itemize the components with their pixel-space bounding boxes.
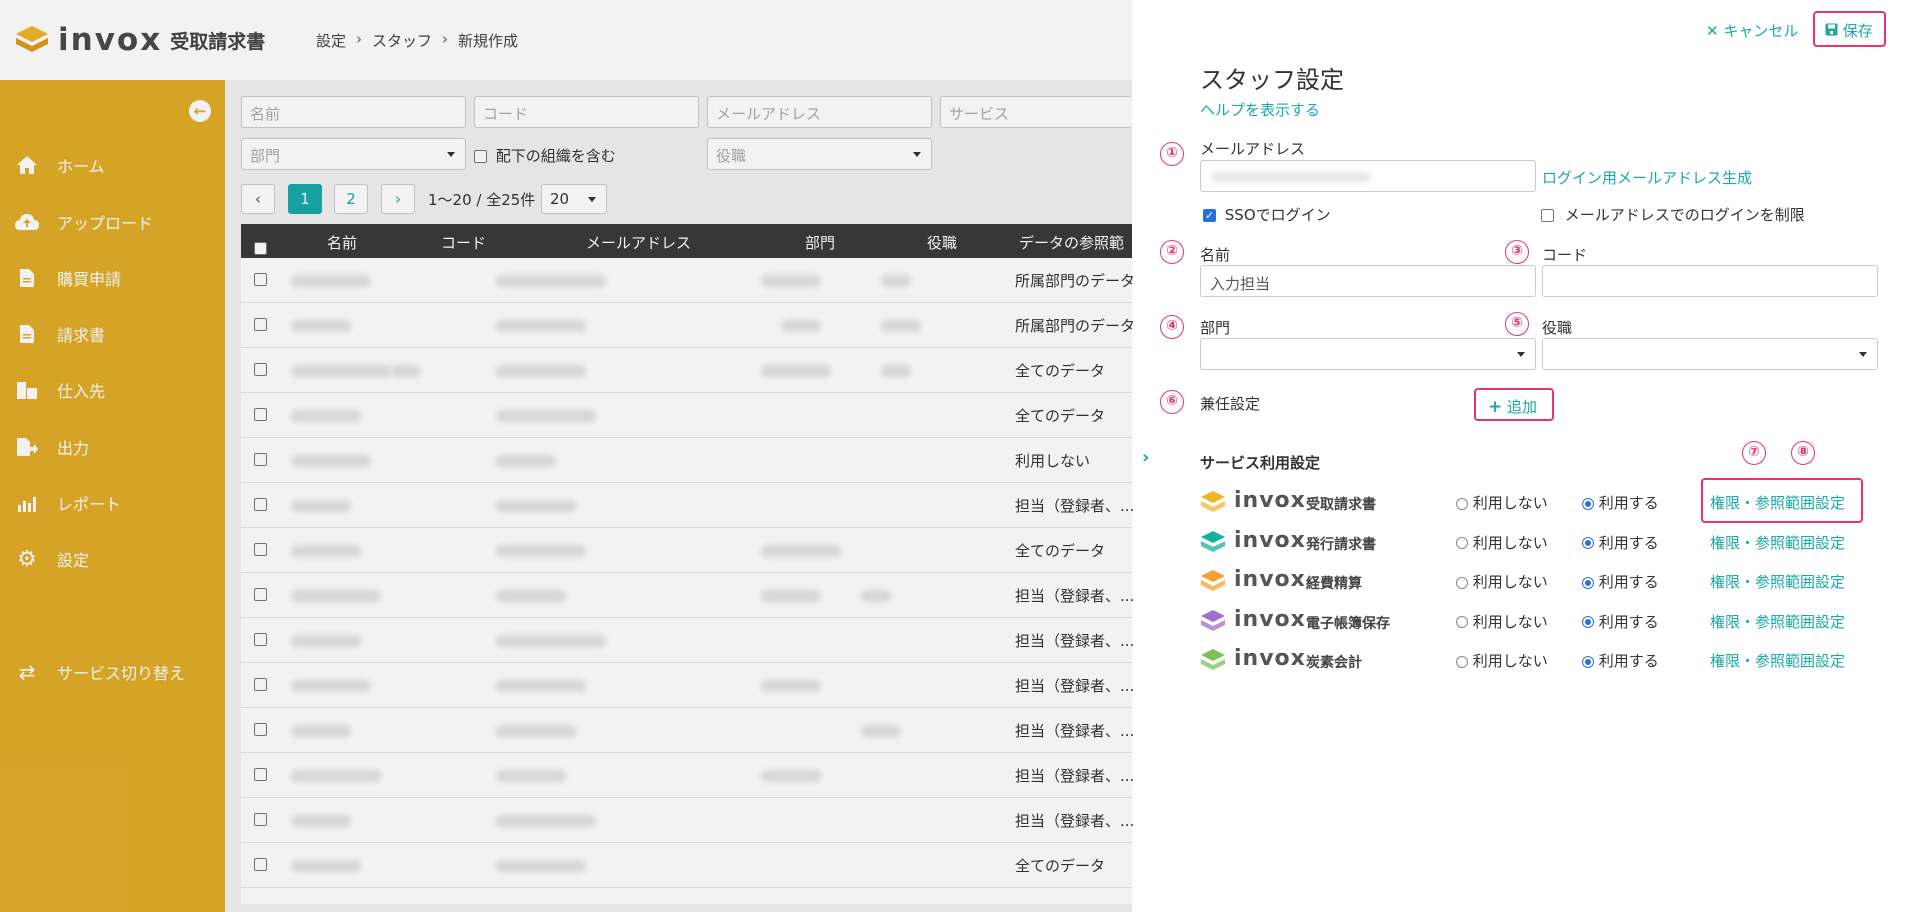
radio-icon — [1456, 655, 1468, 668]
service-off-label: 利用しない — [1472, 494, 1548, 512]
service-on-label: 利用する — [1598, 652, 1659, 670]
concurrent-label: 兼任設定 — [1200, 395, 1261, 413]
permission-scope-link[interactable]: 権限・参照範囲設定 — [1710, 492, 1845, 513]
service-on-label: 利用する — [1598, 494, 1659, 512]
restrict-login-checkbox[interactable]: メールアドレスでのログインを制限 — [1541, 204, 1805, 225]
service-on-label: 利用する — [1598, 533, 1659, 552]
service-off-label: 利用しない — [1472, 612, 1548, 631]
cancel-label: キャンセル — [1723, 22, 1799, 40]
radio-icon — [1456, 576, 1468, 589]
service-on-radio[interactable]: 利用する — [1582, 532, 1659, 553]
radio-icon — [1582, 576, 1594, 589]
permission-scope-link[interactable]: 権限・参照範囲設定 — [1710, 571, 1845, 592]
service-logo-icon — [1201, 649, 1225, 670]
service-row: invox 電子帳簿保存 利用しない 利用する 権限・参照範囲設定 — [1200, 605, 1880, 635]
close-icon: ✕ — [1706, 22, 1719, 40]
email-input[interactable] — [1200, 160, 1536, 192]
help-link[interactable]: ヘルプを表示する — [1200, 99, 1320, 120]
service-on-label: 利用する — [1598, 612, 1659, 631]
panel-title: スタッフ設定 — [1200, 66, 1344, 94]
generate-login-email-link[interactable]: ログイン用メールアドレス生成 — [1542, 167, 1752, 188]
radio-icon — [1582, 497, 1594, 510]
service-row: invox 経費精算 利用しない 利用する 権限・参照範囲設定 — [1200, 565, 1880, 595]
permission-scope-link[interactable]: 権限・参照範囲設定 — [1710, 650, 1845, 671]
save-icon — [1825, 22, 1838, 40]
service-row: invox 受取請求書 利用しない 利用する 権限・参照範囲設定 — [1200, 486, 1880, 516]
sso-checkbox[interactable]: ✓ SSOでログイン — [1203, 204, 1331, 225]
service-off-label: 利用しない — [1472, 652, 1548, 670]
radio-icon — [1582, 537, 1594, 549]
save-label: 保存 — [1842, 22, 1873, 40]
service-name: 発行請求書 — [1306, 536, 1376, 553]
code-input[interactable] — [1542, 265, 1878, 297]
restrict-login-label: メールアドレスでのログインを制限 — [1564, 206, 1805, 224]
service-row: invox 発行請求書 利用しない 利用する 権限・参照範囲設定 — [1200, 526, 1880, 556]
marker-6: ⑥ — [1160, 390, 1184, 414]
service-brand: invox — [1234, 488, 1306, 513]
marker-1: ① — [1160, 142, 1184, 166]
service-off-radio[interactable]: 利用しない — [1456, 532, 1548, 553]
name-label: 名前 — [1200, 246, 1231, 264]
service-logo-icon — [1201, 491, 1225, 512]
service-logo-icon — [1201, 609, 1225, 631]
radio-icon — [1456, 537, 1468, 549]
add-label: 追加 — [1507, 398, 1538, 416]
service-on-radio[interactable]: 利用する — [1582, 571, 1659, 592]
marker-2: ② — [1160, 240, 1184, 264]
dept-label: 部門 — [1200, 319, 1231, 337]
service-off-label: 利用しない — [1472, 533, 1548, 552]
marker-8: ⑧ — [1791, 441, 1815, 465]
service-section-title: サービス利用設定 — [1200, 454, 1321, 472]
service-name: 経費精算 — [1306, 576, 1362, 592]
service-on-radio[interactable]: 利用する — [1582, 650, 1659, 671]
background-app: invox 受取請求書 設定 › スタッフ › 新規作成 ← ホーム アップロー… — [0, 0, 1135, 912]
marker-7: ⑦ — [1742, 441, 1766, 465]
permission-scope-link[interactable]: 権限・参照範囲設定 — [1710, 532, 1845, 553]
service-off-label: 利用しない — [1472, 573, 1548, 591]
service-name: 電子帳簿保存 — [1306, 615, 1390, 632]
service-off-radio[interactable]: 利用しない — [1456, 571, 1548, 592]
checkbox-icon — [1541, 209, 1554, 222]
sso-label: SSOでログイン — [1224, 206, 1331, 224]
service-brand: invox — [1234, 606, 1306, 632]
service-on-radio[interactable]: 利用する — [1582, 611, 1659, 632]
email-blurred — [1211, 172, 1371, 182]
caret-down-icon — [1859, 352, 1867, 357]
marker-3: ③ — [1505, 240, 1529, 264]
service-on-label: 利用する — [1598, 573, 1659, 591]
service-brand: invox — [1234, 527, 1306, 553]
radio-icon — [1582, 616, 1594, 628]
plus-icon: + — [1488, 397, 1503, 417]
role-select[interactable] — [1542, 338, 1878, 370]
service-logo-icon — [1201, 570, 1225, 591]
checkbox-checked-icon: ✓ — [1203, 209, 1216, 222]
permission-scope-link[interactable]: 権限・参照範囲設定 — [1710, 611, 1845, 632]
service-brand: invox — [1234, 567, 1306, 592]
cancel-button[interactable]: ✕ キャンセル — [1706, 20, 1798, 41]
marker-4: ④ — [1160, 315, 1184, 339]
radio-icon — [1456, 616, 1468, 628]
caret-down-icon — [1517, 352, 1525, 357]
marker-5: ⑤ — [1505, 312, 1529, 336]
service-logo-icon — [1201, 530, 1225, 552]
service-name: 炭素会計 — [1306, 655, 1362, 671]
dept-select[interactable] — [1200, 338, 1536, 370]
chevron-right-icon[interactable]: › — [1142, 447, 1149, 468]
service-on-radio[interactable]: 利用する — [1582, 492, 1659, 513]
service-off-radio[interactable]: 利用しない — [1456, 611, 1548, 632]
service-off-radio[interactable]: 利用しない — [1456, 650, 1548, 671]
service-row: invox 炭素会計 利用しない 利用する 権限・参照範囲設定 — [1200, 644, 1880, 674]
overlay-dim — [0, 0, 1132, 912]
service-name: 受取請求書 — [1306, 497, 1376, 513]
radio-icon — [1582, 655, 1594, 668]
name-input[interactable]: 入力担当 — [1200, 265, 1536, 297]
service-brand: invox — [1234, 646, 1306, 671]
service-off-radio[interactable]: 利用しない — [1456, 492, 1548, 513]
code-label: コード — [1542, 246, 1588, 264]
email-label: メールアドレス — [1200, 140, 1306, 158]
save-button[interactable]: 保存 — [1813, 11, 1886, 47]
radio-icon — [1456, 497, 1468, 510]
add-concurrent-button[interactable]: + 追加 — [1474, 388, 1554, 421]
role-label: 役職 — [1542, 319, 1573, 337]
